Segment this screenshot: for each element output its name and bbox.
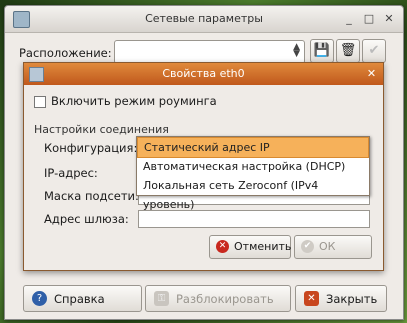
close-button[interactable]: ✕ Закрыть bbox=[295, 285, 387, 312]
roaming-label: Включить режим роуминга bbox=[51, 94, 217, 108]
help-icon: ? bbox=[32, 291, 47, 306]
config-option-dhcp[interactable]: Автоматическая настройка (DHCP) bbox=[137, 157, 369, 176]
close-x-icon: ✕ bbox=[304, 291, 319, 306]
dialog-close-icon[interactable]: ✕ bbox=[365, 67, 378, 80]
floppy-icon: 💾 bbox=[313, 43, 331, 58]
close-button-label: Закрыть bbox=[326, 292, 378, 306]
help-button[interactable]: ? Справка bbox=[23, 285, 142, 312]
key-icon: ⚿ bbox=[154, 291, 169, 306]
trash-icon: 🗑 bbox=[339, 43, 357, 58]
config-label: Конфигурация: bbox=[44, 141, 138, 155]
close-icon[interactable]: ✕ bbox=[381, 11, 397, 27]
minimize-icon[interactable]: _ bbox=[341, 11, 357, 27]
roaming-checkbox[interactable] bbox=[34, 96, 46, 108]
ok-check-icon: ✔ bbox=[301, 240, 314, 253]
ip-label: IP-адрес: bbox=[44, 166, 98, 180]
help-button-label: Справка bbox=[54, 292, 105, 306]
config-option-static[interactable]: Статический адрес IP bbox=[137, 137, 369, 158]
save-location-button[interactable]: 💾 bbox=[310, 39, 334, 63]
config-dropdown-menu: Статический адрес IP Автоматическая наст… bbox=[136, 136, 370, 211]
delete-location-button[interactable]: 🗑 bbox=[336, 39, 360, 63]
ok-button-label: ОК bbox=[319, 240, 336, 253]
unlock-button[interactable]: ⚿ Разблокировать bbox=[145, 285, 291, 312]
unlock-button-label: Разблокировать bbox=[176, 292, 274, 306]
eth0-properties-dialog: Свойства eth0 ✕ Включить режим роуминга … bbox=[23, 62, 384, 271]
maximize-icon[interactable]: □ bbox=[361, 11, 377, 27]
config-option-zeroconf[interactable]: Локальная сеть Zeroconf (IPv4 уровень) bbox=[137, 176, 369, 211]
cancel-button[interactable]: ✕ Отменить bbox=[209, 235, 291, 259]
dialog-titlebar: Свойства eth0 ✕ bbox=[24, 63, 383, 85]
mask-label: Маска подсети: bbox=[44, 189, 139, 203]
dialog-title: Свойства eth0 bbox=[162, 67, 245, 80]
apply-location-button[interactable]: ✔ bbox=[362, 39, 386, 63]
check-icon: ✔ bbox=[368, 43, 380, 58]
connection-settings-heading: Настройки соединения bbox=[34, 123, 169, 136]
cancel-icon: ✕ bbox=[216, 240, 229, 253]
location-select[interactable]: ▲ ▼ bbox=[114, 40, 305, 64]
location-label: Расположение: bbox=[19, 46, 112, 60]
updown-arrow-icon: ▲ ▼ bbox=[293, 42, 300, 59]
window-titlebar: Сетевые параметры _ □ ✕ bbox=[5, 6, 403, 33]
cancel-button-label: Отменить bbox=[234, 240, 292, 253]
ok-button[interactable]: ✔ ОК bbox=[294, 235, 372, 259]
gateway-label: Адрес шлюза: bbox=[44, 212, 129, 226]
